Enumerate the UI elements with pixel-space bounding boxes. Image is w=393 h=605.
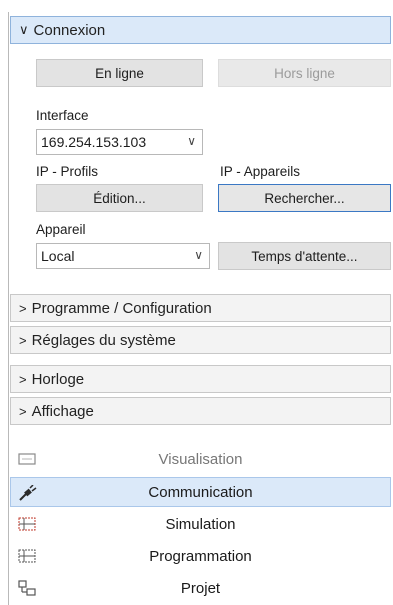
interface-value: 169.254.153.103 bbox=[41, 134, 147, 150]
list-item-label: Simulation bbox=[165, 515, 236, 533]
interface-select[interactable]: 169.254.153.103 ∨ bbox=[36, 129, 203, 155]
list-item-simulation[interactable]: Simulation bbox=[10, 509, 391, 539]
online-button[interactable]: En ligne bbox=[36, 59, 203, 87]
chevron-right-icon: > bbox=[19, 300, 27, 316]
affichage-section-header[interactable]: > Affichage bbox=[10, 397, 391, 425]
reglages-section-header[interactable]: > Réglages du système bbox=[10, 326, 391, 354]
list-item-label: Projet bbox=[180, 579, 221, 597]
horloge-section-label: Horloge bbox=[31, 370, 85, 388]
device-label: Appareil bbox=[36, 222, 86, 237]
reglages-section-label: Réglages du système bbox=[31, 331, 176, 349]
monitor-icon bbox=[18, 453, 36, 465]
search-devices-button[interactable]: Rechercher... bbox=[218, 184, 391, 212]
chevron-right-icon: > bbox=[19, 332, 27, 348]
affichage-section-label: Affichage bbox=[31, 402, 94, 420]
chevron-down-icon: ∨ bbox=[194, 248, 203, 262]
offline-button[interactable]: Hors ligne bbox=[218, 59, 391, 87]
connexion-panel: En ligne Hors ligne Interface 169.254.15… bbox=[10, 44, 391, 294]
connexion-section-label: Connexion bbox=[33, 21, 106, 39]
list-item-communication[interactable]: Communication bbox=[10, 477, 391, 507]
chevron-right-icon: > bbox=[19, 371, 27, 387]
list-item-visualisation[interactable]: Visualisation bbox=[10, 444, 391, 474]
ip-profiles-label: IP - Profils bbox=[36, 164, 99, 179]
programming-icon bbox=[18, 549, 36, 563]
chevron-down-icon: ∨ bbox=[19, 22, 29, 37]
list-item-label: Communication bbox=[148, 483, 253, 501]
list-item-programmation[interactable]: Programmation bbox=[10, 541, 391, 571]
chevron-right-icon: > bbox=[19, 403, 27, 419]
device-value: Local bbox=[41, 248, 75, 264]
timeout-button[interactable]: Temps d'attente... bbox=[218, 242, 391, 270]
chevron-down-icon: ∨ bbox=[187, 134, 196, 148]
simulation-icon bbox=[18, 517, 36, 531]
programme-section-header[interactable]: > Programme / Configuration bbox=[10, 294, 391, 322]
device-select[interactable]: Local ∨ bbox=[36, 243, 210, 269]
connexion-section-header[interactable]: ∨ Connexion bbox=[10, 16, 391, 44]
horloge-section-header[interactable]: > Horloge bbox=[10, 365, 391, 393]
ip-devices-label: IP - Appareils bbox=[220, 164, 301, 179]
interface-label: Interface bbox=[36, 108, 89, 123]
connector-icon bbox=[19, 485, 37, 501]
list-item-projet[interactable]: Projet bbox=[10, 573, 391, 603]
edit-profiles-button[interactable]: Édition... bbox=[36, 184, 203, 212]
programme-section-label: Programme / Configuration bbox=[31, 299, 212, 317]
project-icon bbox=[18, 580, 36, 596]
list-item-label: Programmation bbox=[149, 547, 252, 565]
list-item-label: Visualisation bbox=[158, 450, 243, 468]
